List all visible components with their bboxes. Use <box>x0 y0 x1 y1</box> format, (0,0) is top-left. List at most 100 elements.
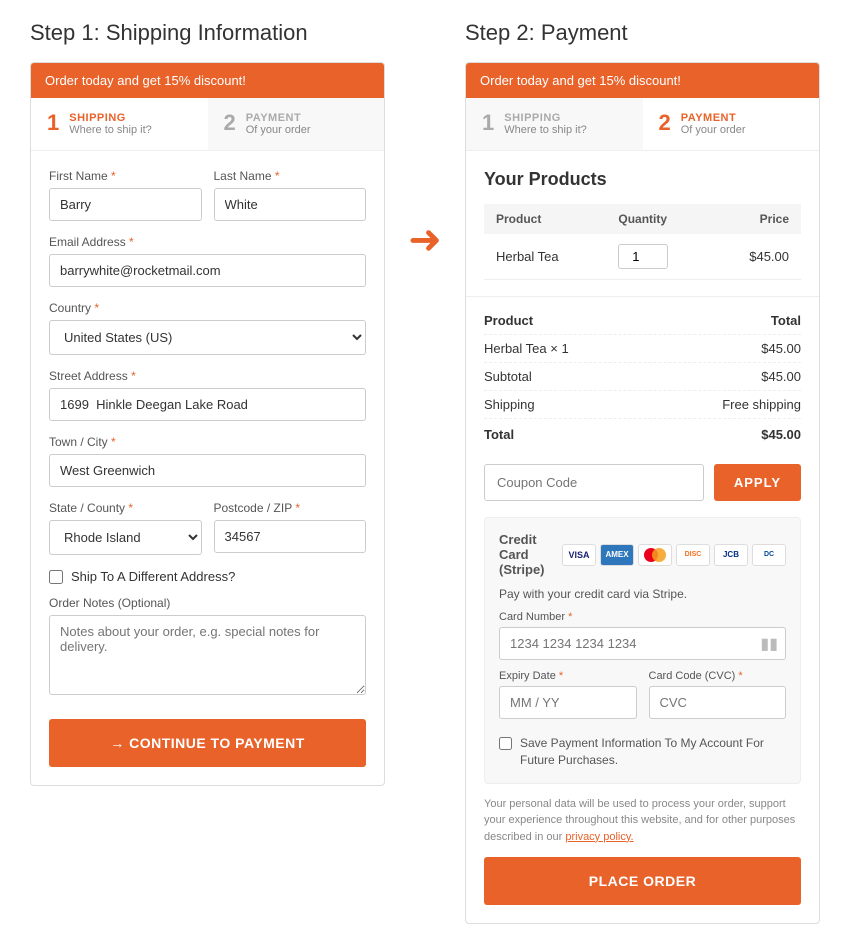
credit-card-section: Credit Card (Stripe) VISA AMEX DISC JCB … <box>484 517 801 784</box>
card-number-wrap: ▮▮ <box>499 627 786 660</box>
coupon-row: APPLY <box>466 448 819 517</box>
summary-total-value: $45.00 <box>761 427 801 442</box>
step1-num: 1 <box>47 112 59 134</box>
card-number-label: Card Number * <box>499 611 786 623</box>
order-notes-group: Order Notes (Optional) <box>49 596 366 695</box>
last-name-group: Last Name * <box>214 169 367 221</box>
summary-row-3: Shipping Free shipping <box>484 391 801 419</box>
postcode-input[interactable] <box>214 520 367 553</box>
ship-diff-label[interactable]: Ship To A Different Address? <box>71 569 235 584</box>
email-group: Email Address * <box>49 235 366 287</box>
summary-label-1: Herbal Tea × 1 <box>484 341 569 356</box>
qty-input[interactable] <box>618 244 668 269</box>
privacy-note: Your personal data will be used to proce… <box>466 796 819 858</box>
first-name-group: First Name * <box>49 169 202 221</box>
summary-label-3: Shipping <box>484 397 535 412</box>
cc-icons: VISA AMEX DISC JCB DC <box>562 544 786 566</box>
col-quantity: Quantity <box>606 204 711 234</box>
order-notes-label: Order Notes (Optional) <box>49 596 366 610</box>
summary-value-3: Free shipping <box>722 397 801 412</box>
city-row: Town / City * <box>49 435 366 487</box>
save-info-label[interactable]: Save Payment Information To My Account F… <box>520 735 786 769</box>
step2-column: Step 2: Payment Order today and get 15% … <box>455 20 830 924</box>
apply-button[interactable]: APPLY <box>714 464 801 501</box>
street-label: Street Address * <box>49 369 366 383</box>
card-number-input[interactable] <box>499 627 786 660</box>
table-row: Herbal Tea $45.00 <box>484 234 801 280</box>
step2-promo-banner: Order today and get 15% discount! <box>466 63 819 98</box>
products-section: Your Products Product Quantity Price Her… <box>466 151 819 280</box>
cvc-field: Card Code (CVC) * <box>649 670 787 719</box>
first-name-input[interactable] <box>49 188 202 221</box>
summary-total-label: Total <box>484 427 514 442</box>
city-group: Town / City * <box>49 435 366 487</box>
step1-nav: 1 SHIPPING Where to ship it? 2 PAYMENT O… <box>31 98 384 151</box>
cc-header: Credit Card (Stripe) VISA AMEX DISC JCB … <box>499 532 786 577</box>
email-input[interactable] <box>49 254 366 287</box>
jcb-icon: JCB <box>714 544 748 566</box>
step1-title: Step 1: Shipping Information <box>30 20 385 46</box>
state-post-row: State / County * Rhode Island California… <box>49 501 366 555</box>
col-product: Product <box>484 204 606 234</box>
state-select[interactable]: Rhode Island California New York <box>49 520 202 555</box>
country-group: Country * United States (US) Canada Unit… <box>49 301 366 355</box>
products-table: Product Quantity Price Herbal Tea $45.00 <box>484 204 801 280</box>
step2-nav-shipping[interactable]: 1 SHIPPING Where to ship it? <box>466 98 643 150</box>
street-row: Street Address * <box>49 369 366 421</box>
place-order-button[interactable]: PLACE ORDER <box>484 857 801 905</box>
step1-nav-sub: Where to ship it? <box>69 124 152 136</box>
step1-nav-label: SHIPPING <box>69 112 152 124</box>
product-price: $45.00 <box>711 234 801 280</box>
summary-value-1: $45.00 <box>761 341 801 356</box>
email-label: Email Address * <box>49 235 366 249</box>
forward-arrow-icon: ➜ <box>408 220 442 260</box>
continue-button[interactable]: → CONTINUE TO PAYMENT <box>49 719 366 767</box>
summary-product-header: Product <box>484 313 533 328</box>
mastercard-icon <box>638 544 672 566</box>
product-qty <box>606 234 711 280</box>
visa-icon: VISA <box>562 544 596 566</box>
coupon-input[interactable] <box>484 464 704 501</box>
cvc-input[interactable] <box>649 686 787 719</box>
order-notes-row: Order Notes (Optional) <box>49 596 366 695</box>
summary-row-2: Subtotal $45.00 <box>484 363 801 391</box>
expiry-input[interactable] <box>499 686 637 719</box>
order-notes-input[interactable] <box>49 615 366 695</box>
state-group: State / County * Rhode Island California… <box>49 501 202 555</box>
state-label: State / County * <box>49 501 202 515</box>
last-name-input[interactable] <box>214 188 367 221</box>
email-row: Email Address * <box>49 235 366 287</box>
step2-nav-label1: SHIPPING <box>504 112 587 124</box>
city-input[interactable] <box>49 454 366 487</box>
expiry-label: Expiry Date * <box>499 670 637 682</box>
country-select[interactable]: United States (US) Canada United Kingdom <box>49 320 366 355</box>
cvc-label: Card Code (CVC) * <box>649 670 787 682</box>
step2-nav-sub2: Of your order <box>681 124 746 136</box>
diners-icon: DC <box>752 544 786 566</box>
step1-num2: 2 <box>224 112 236 134</box>
step1-form-body: First Name * Last Name * Email A <box>31 151 384 785</box>
save-payment-checkbox[interactable] <box>499 737 512 750</box>
cc-label: Credit Card (Stripe) <box>499 532 552 577</box>
step1-nav-payment[interactable]: 2 PAYMENT Of your order <box>208 98 385 150</box>
first-name-label: First Name * <box>49 169 202 183</box>
privacy-link[interactable]: privacy policy. <box>565 831 633 843</box>
summary-label-2: Subtotal <box>484 369 532 384</box>
save-info-row: Save Payment Information To My Account F… <box>499 735 786 769</box>
step1-box: Order today and get 15% discount! 1 SHIP… <box>30 62 385 786</box>
summary-row-1: Herbal Tea × 1 $45.00 <box>484 335 801 363</box>
street-input[interactable] <box>49 388 366 421</box>
step2-title: Step 2: Payment <box>465 20 820 46</box>
ship-diff-checkbox[interactable] <box>49 570 63 584</box>
step1-nav-shipping[interactable]: 1 SHIPPING Where to ship it? <box>31 98 208 150</box>
step2-nav-payment[interactable]: 2 PAYMENT Of your order <box>643 98 820 150</box>
step1-column: Step 1: Shipping Information Order today… <box>20 20 395 786</box>
discover-icon: DISC <box>676 544 710 566</box>
card-icon: ▮▮ <box>760 634 778 654</box>
step1-promo-banner: Order today and get 15% discount! <box>31 63 384 98</box>
cc-expiry-cvc-row: Expiry Date * Card Code (CVC) * <box>499 670 786 729</box>
step2-nav-label2: PAYMENT <box>681 112 746 124</box>
summary-value-2: $45.00 <box>761 369 801 384</box>
step1-nav-sub2: Of your order <box>246 124 311 136</box>
summary-header-row: Product Total <box>484 307 801 335</box>
